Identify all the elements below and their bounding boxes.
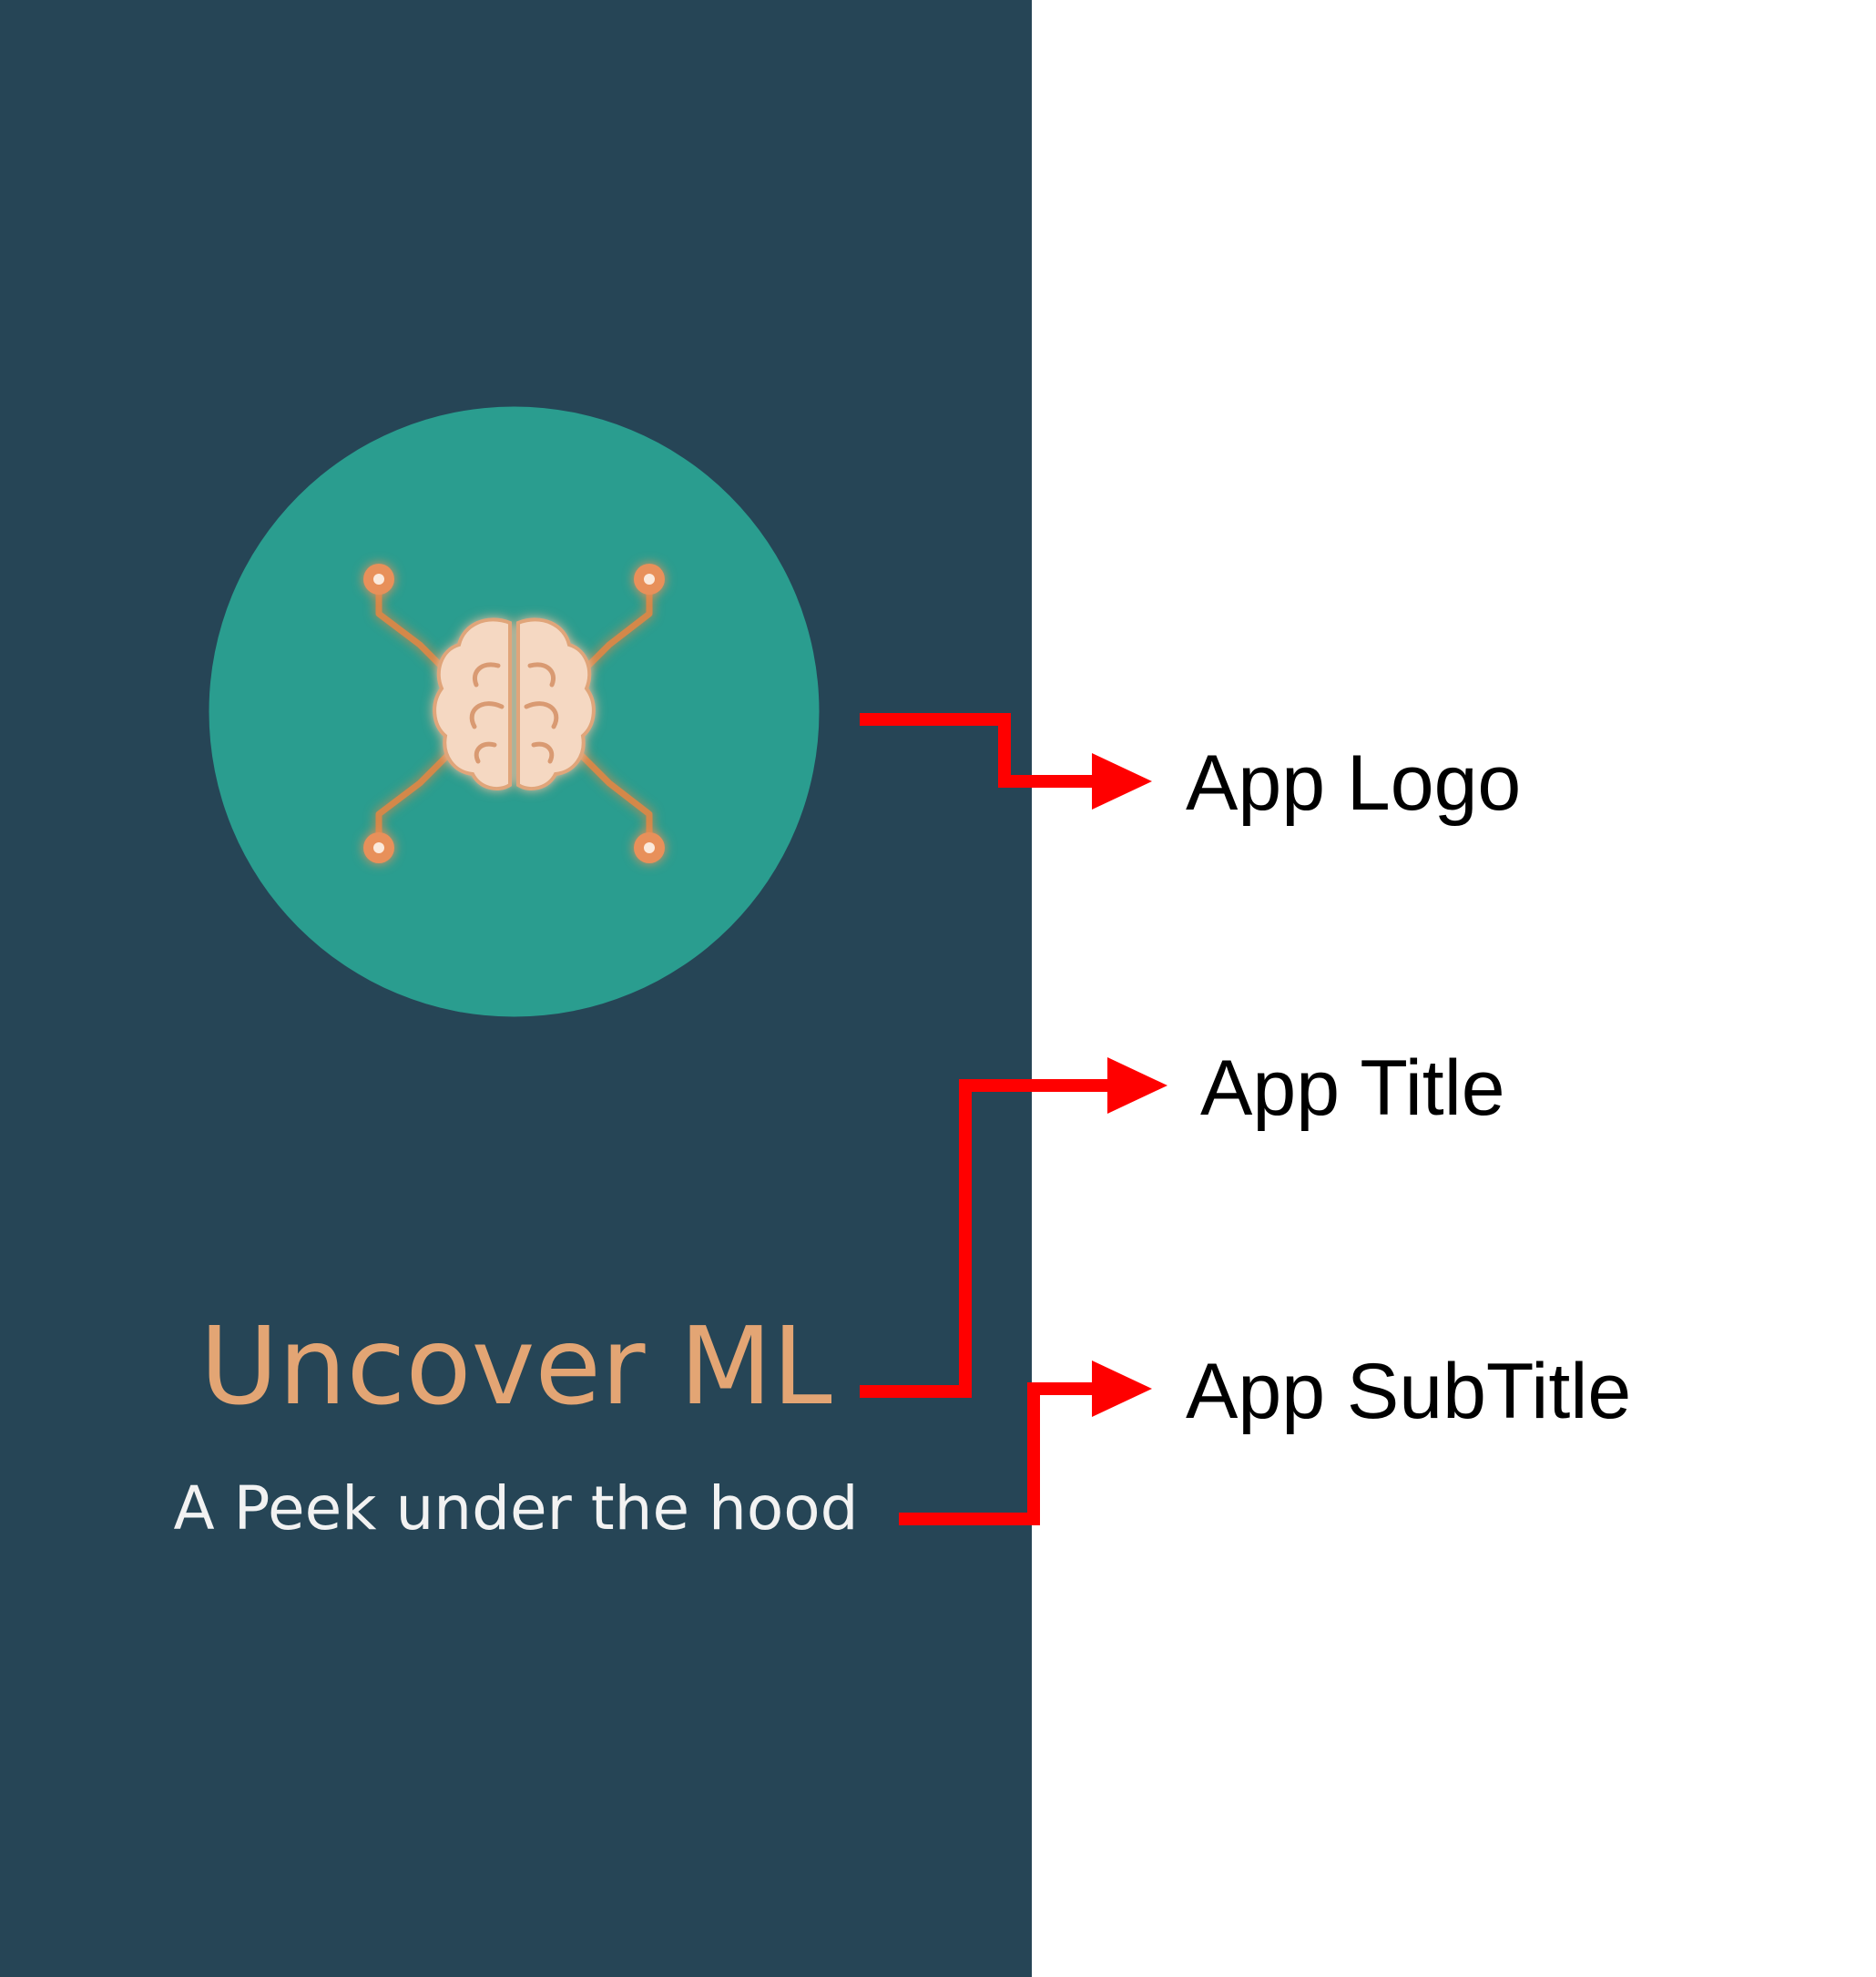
subtitle-arrowhead — [1092, 1360, 1152, 1417]
app-logo-label: App Logo — [1186, 739, 1522, 827]
app-logo — [209, 406, 820, 1017]
app-title-label: App Title — [1200, 1045, 1505, 1132]
logo-arrowhead — [1092, 753, 1152, 810]
app-splash-screen: Uncover ML A Peek under the hood — [0, 0, 1032, 1977]
app-subtitle: A Peek under the hood — [173, 1473, 859, 1544]
brain-circuit-icon — [209, 406, 820, 1017]
app-title: Uncover ML — [199, 1303, 832, 1429]
title-arrowhead — [1107, 1057, 1167, 1114]
app-subtitle-label: App SubTitle — [1186, 1348, 1632, 1435]
